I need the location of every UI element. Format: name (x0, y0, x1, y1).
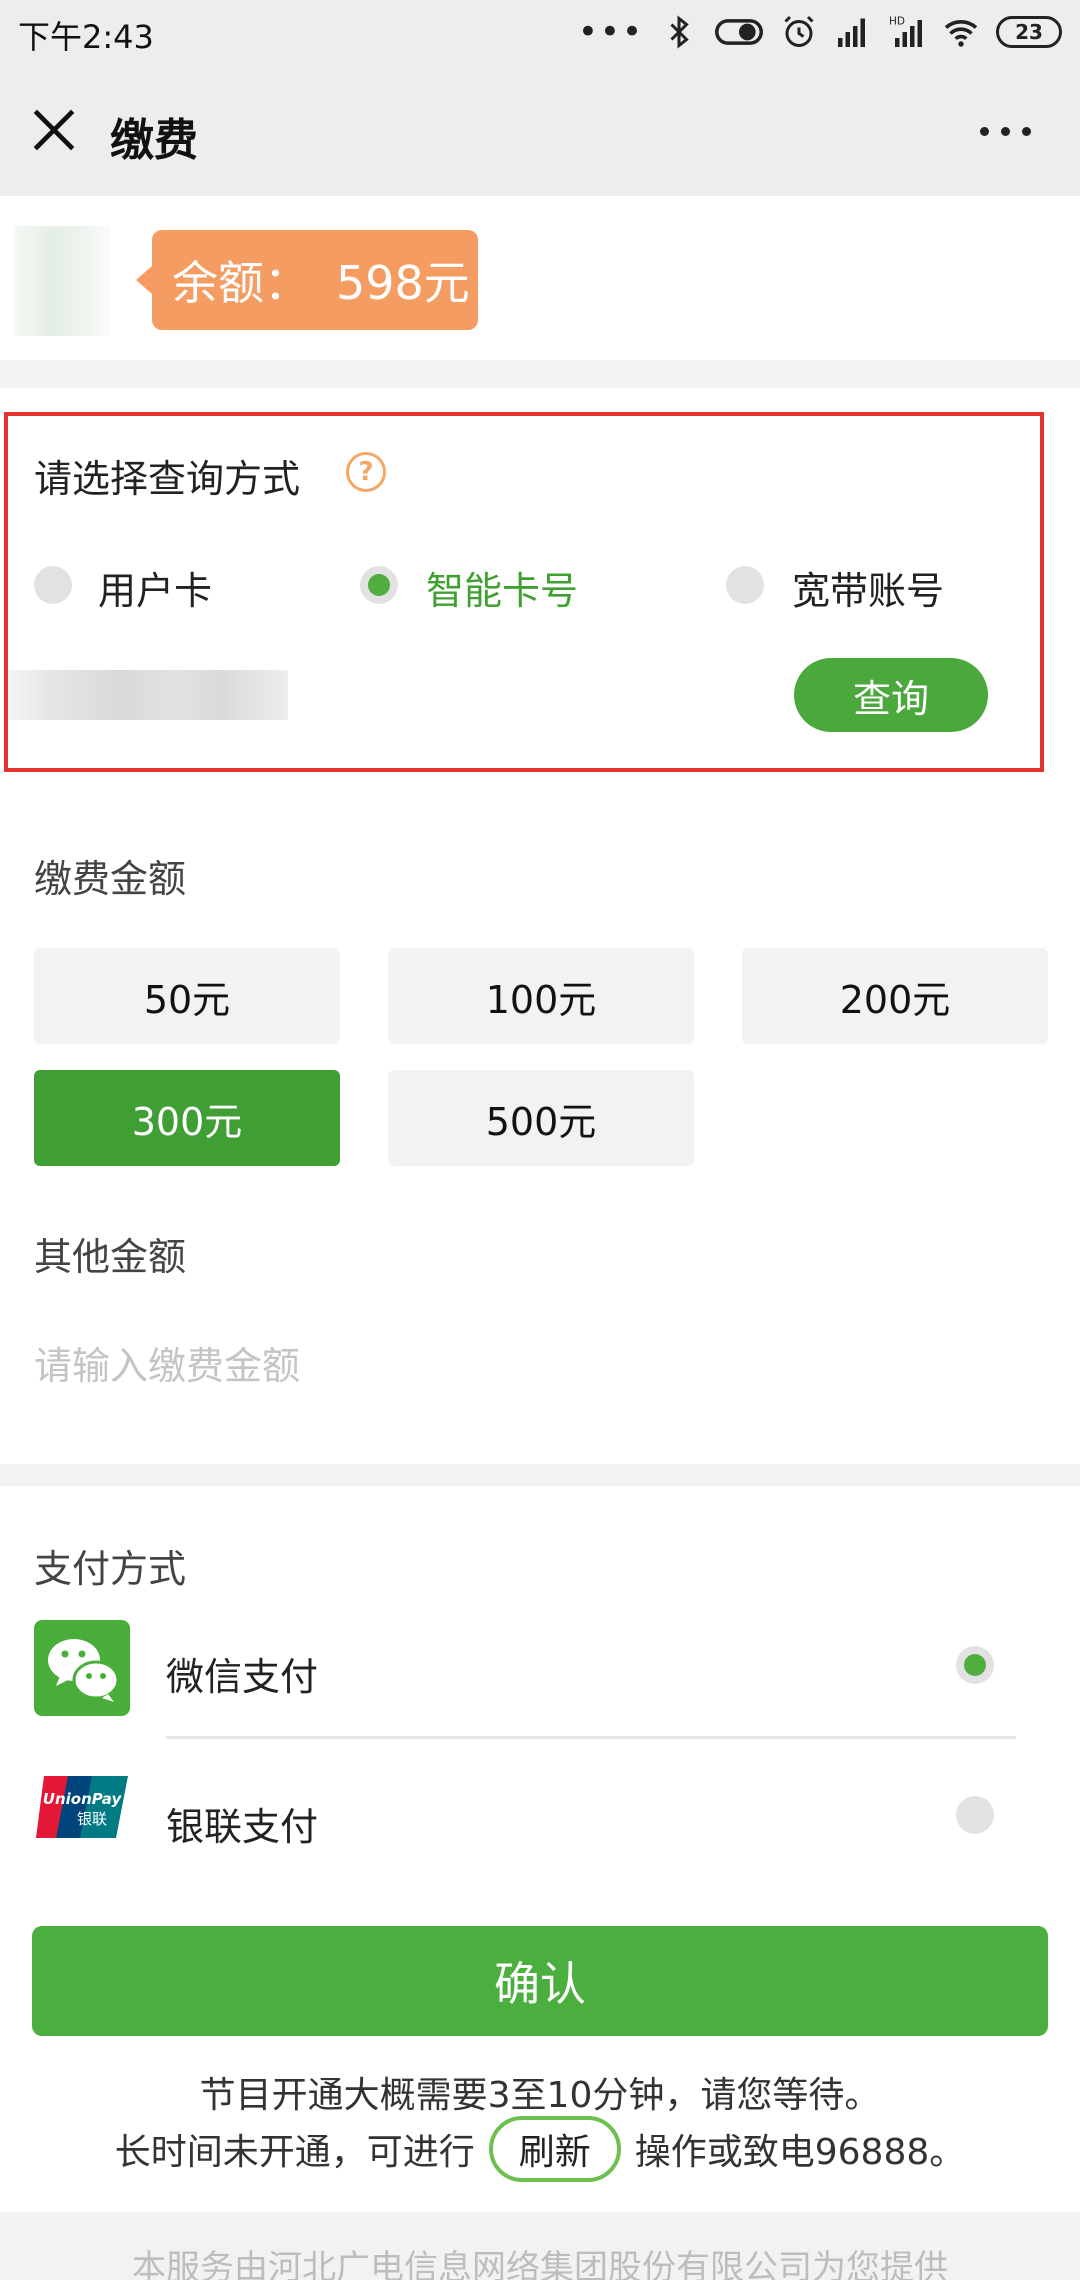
refresh-button[interactable]: 刷新 (488, 2116, 621, 2182)
radio-smart-card[interactable] (360, 566, 398, 604)
page-title: 缴费 (110, 115, 198, 166)
amount-500[interactable]: 500元 (388, 1070, 694, 1166)
notice-line2-after: 操作或致电96888。 (634, 2132, 966, 2173)
bluetooth-icon (670, 15, 689, 49)
unionpay-label[interactable]: 银联支付 (166, 1796, 318, 1851)
amount-200[interactable]: 200元 (742, 948, 1048, 1044)
wechat-pay-icon (34, 1620, 130, 1716)
amount-50[interactable]: 50元 (34, 948, 340, 1044)
option-smart-card[interactable]: 智能卡号 (426, 560, 578, 615)
status-time: 下午2:43 (18, 18, 154, 56)
unionpay-icon: UnionPay 银联 (36, 1776, 128, 1838)
other-amount-input[interactable] (34, 1336, 734, 1396)
balance-section: 余额： 598元 (0, 196, 1080, 360)
status-bar: 下午2:43 ••• HD 23 (0, 0, 1080, 66)
query-title: 请选择查询方式 (34, 457, 301, 501)
payment-title: 支付方式 (34, 1547, 187, 1591)
divider (0, 1464, 1080, 1486)
more-menu-button[interactable] (970, 116, 1040, 146)
alarm-icon (784, 15, 814, 47)
amount-title: 缴费金额 (34, 857, 187, 901)
divider (166, 1736, 1016, 1739)
radio-wechat-pay[interactable] (956, 1646, 994, 1684)
avatar (14, 226, 110, 336)
radio-user-card[interactable] (34, 566, 72, 604)
notice-line2: 长时间未开通，可进行 刷新 操作或致电96888。 (0, 2116, 1080, 2182)
battery-icon: 23 (996, 16, 1062, 48)
option-broadband[interactable]: 宽带账号 (792, 560, 944, 615)
card-number-field[interactable] (8, 670, 288, 720)
nav-header: 缴费 (0, 66, 1080, 196)
balance-label: 余额： (172, 256, 310, 310)
amount-100[interactable]: 100元 (388, 948, 694, 1044)
notice-line1: 节目开通大概需要3至10分钟，请您等待。 (199, 2075, 881, 2116)
wechat-pay-label[interactable]: 微信支付 (166, 1646, 318, 1701)
close-icon[interactable] (26, 102, 82, 158)
toggle-icon (715, 19, 763, 45)
amount-300[interactable]: 300元 (34, 1070, 340, 1166)
notice-line2-before: 长时间未开通，可进行 (114, 2132, 475, 2173)
svg-text:银联: 银联 (77, 1810, 107, 1828)
signal-icon (838, 18, 865, 47)
wifi-icon (944, 20, 978, 47)
balance-value: 598元 (336, 256, 470, 310)
other-amount-title: 其他金额 (34, 1235, 187, 1279)
query-button[interactable]: 查询 (794, 658, 988, 732)
divider (0, 360, 1080, 388)
status-icons: ••• HD 23 (578, 12, 1062, 52)
radio-broadband[interactable] (726, 566, 764, 604)
unionpay-logo-text: UnionPay (43, 1790, 123, 1808)
hd-signal-icon: HD (889, 16, 922, 47)
footer-text: 本服务由河北广电信息网络集团股份有限公司为您提供 (132, 2248, 948, 2280)
radio-unionpay[interactable] (956, 1796, 994, 1834)
svg-text:HD: HD (889, 16, 905, 28)
option-user-card[interactable]: 用户卡 (98, 560, 212, 615)
footer: 本服务由河北广电信息网络集团股份有限公司为您提供 (0, 2212, 1080, 2280)
more-dots-icon: ••• (577, 12, 644, 52)
confirm-button[interactable]: 确认 (32, 1926, 1048, 2036)
balance-badge: 余额： 598元 (136, 230, 478, 330)
help-icon[interactable]: ? (346, 452, 386, 492)
